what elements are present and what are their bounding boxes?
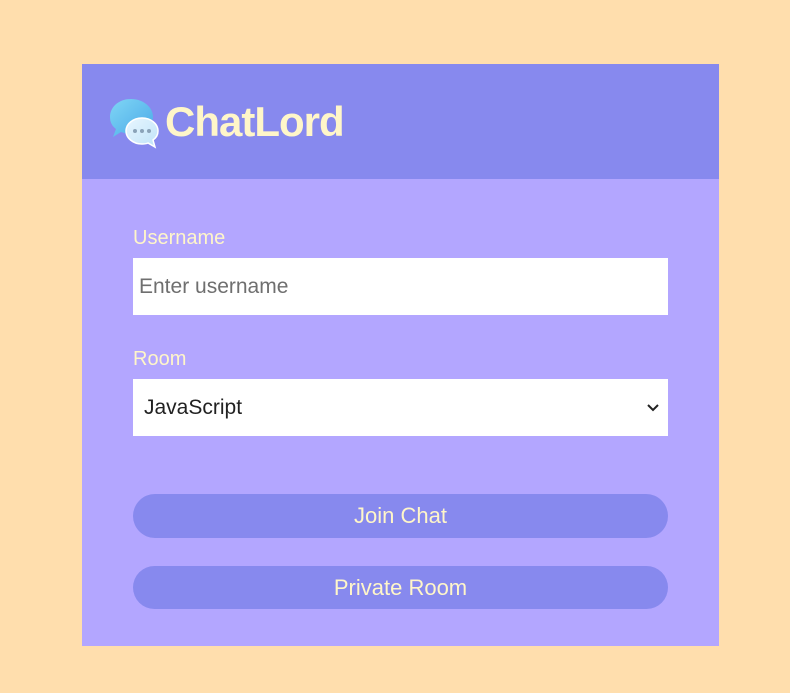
private-room-button[interactable]: Private Room [133, 566, 668, 609]
join-card: ChatLord Username Room JavaScript Join C… [82, 64, 719, 646]
chat-bubbles-icon [110, 98, 159, 149]
username-input[interactable] [133, 258, 668, 315]
brand-title: ChatLord [165, 97, 345, 145]
join-chat-button[interactable]: Join Chat [133, 494, 668, 538]
room-select-value: JavaScript [144, 395, 243, 419]
chevron-down-icon [647, 403, 659, 411]
room-select[interactable]: JavaScript [133, 379, 668, 436]
card-header: ChatLord [82, 64, 719, 179]
username-label: Username [133, 227, 226, 249]
room-label: Room [133, 348, 187, 370]
